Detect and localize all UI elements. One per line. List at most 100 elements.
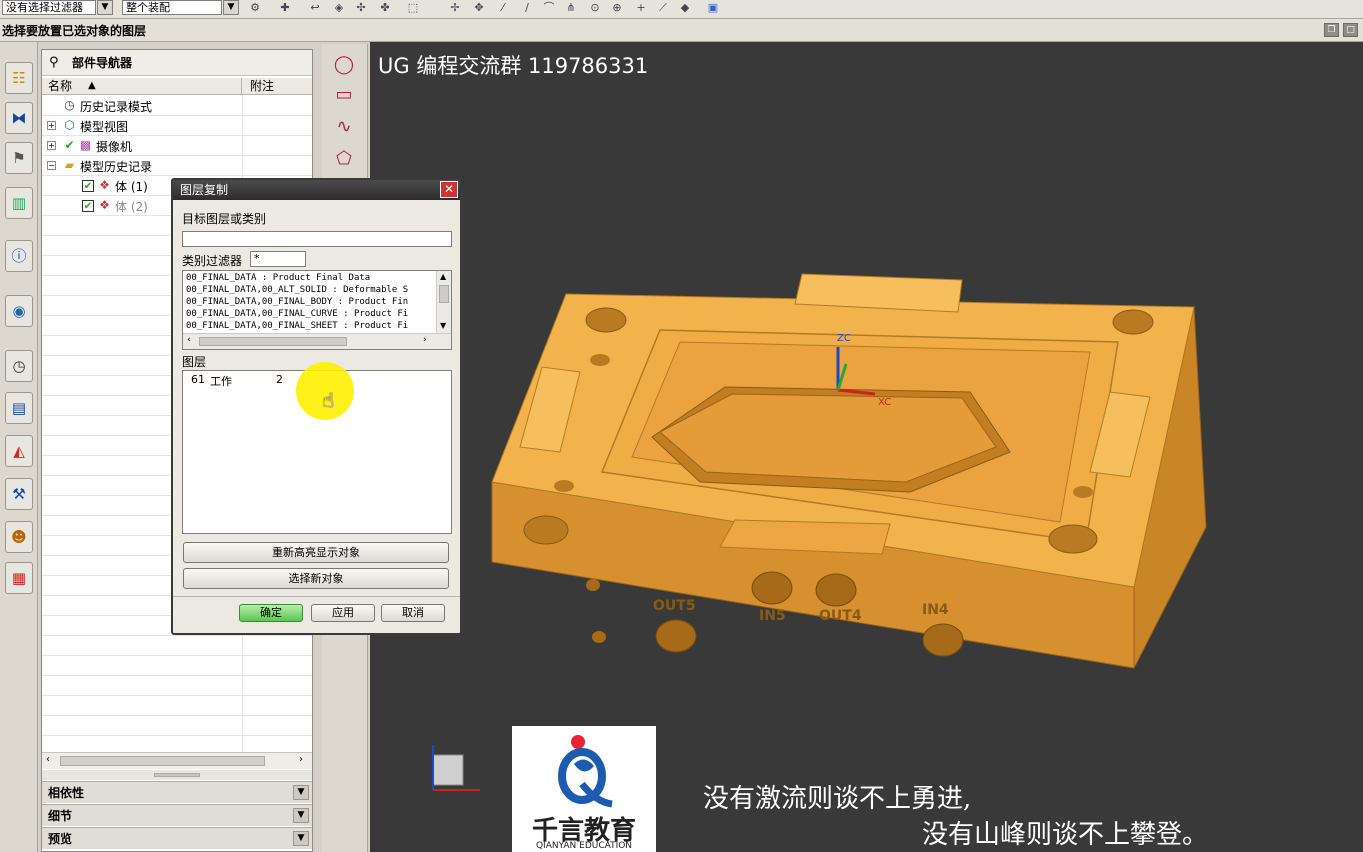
system-scene-icon[interactable]: ▦ <box>5 562 33 594</box>
roles-icon[interactable]: ☻ <box>5 521 33 553</box>
circle-sketch-icon[interactable]: ◯ <box>329 52 359 78</box>
line-icon[interactable]: ⁄ <box>496 1 510 15</box>
checkbox-checked-icon[interactable]: ✔ <box>82 180 94 192</box>
scroll-right-icon[interactable]: › <box>423 335 427 345</box>
navigator-horizontal-scrollbar[interactable]: ‹ › <box>42 752 312 769</box>
category-item[interactable]: 00_FINAL_DATA,00_FINAL_BODY : Product Fi… <box>186 297 434 307</box>
label-in4: IN4 <box>922 602 949 618</box>
apply-button[interactable]: 应用 <box>311 604 375 622</box>
category-horizontal-scrollbar[interactable]: ‹ › <box>183 333 451 349</box>
category-item[interactable]: 00_FINAL_DATA,00_FINAL_CURVE : Product F… <box>186 309 434 319</box>
column-name[interactable]: 名称 <box>42 78 242 95</box>
history-icon[interactable]: ◷ <box>5 350 33 382</box>
panel-preview[interactable]: 预览 ▼ <box>42 827 312 849</box>
point-icon[interactable]: + <box>634 1 648 15</box>
category-list[interactable]: 00_FINAL_DATA : Product Final Data 00_FI… <box>182 270 452 350</box>
system-materials-icon[interactable]: ▤ <box>5 392 33 424</box>
scrollbar-thumb[interactable] <box>439 285 449 303</box>
circle-center-icon[interactable]: ⊙ <box>588 1 602 15</box>
ok-button[interactable]: 确定 <box>239 604 303 622</box>
constraint-navigator-icon[interactable]: ⧓ <box>5 102 33 134</box>
category-filter-input[interactable]: * <box>250 251 306 267</box>
logo-emblem-icon <box>558 735 613 808</box>
tree-item-cameras[interactable]: + ✔ ▩ 摄像机 <box>42 136 312 156</box>
maximize-icon[interactable]: □ <box>1343 23 1358 37</box>
selection-filter-combo[interactable]: 没有选择过滤器 <box>2 0 96 15</box>
part-navigator-icon[interactable]: ⚑ <box>5 142 33 174</box>
scope-dropdown-icon[interactable]: ▼ <box>223 0 239 15</box>
resource-bar: ☷ ⧓ ⚑ ▥ ⓘ ◉ ◷ ▤ ◭ ⚒ ☻ ▦ <box>0 42 38 852</box>
checkbox-checked-icon[interactable]: ✔ <box>82 200 94 212</box>
cancel-button[interactable]: 取消 <box>381 604 445 622</box>
category-vertical-scrollbar[interactable]: ▲ ▼ <box>436 271 451 333</box>
studio-spline-icon[interactable]: ∿ <box>329 114 359 140</box>
hole <box>1048 524 1098 554</box>
panel-splitter[interactable] <box>42 770 312 780</box>
category-item[interactable]: 00_FINAL_DATA : Product Final Data <box>186 273 434 283</box>
scroll-left-icon[interactable]: ‹ <box>46 754 50 765</box>
eraser-icon[interactable]: ◈ <box>332 1 346 15</box>
rectangle-icon[interactable]: ▭ <box>329 82 359 108</box>
filter-dropdown-icon[interactable]: ▼ <box>97 0 113 15</box>
scroll-up-icon[interactable]: ▲ <box>440 272 446 281</box>
restore-icon[interactable]: ❐ <box>1324 23 1339 37</box>
scroll-left-icon[interactable]: ‹ <box>187 335 191 345</box>
scrollbar-thumb[interactable] <box>60 756 265 766</box>
category-item[interactable]: 00_FINAL_DATA,00_FINAL_SHEET : Product F… <box>186 321 434 331</box>
web-browser-icon[interactable]: ◉ <box>5 295 33 327</box>
reuse-library-icon[interactable]: ▥ <box>5 187 33 219</box>
panel-details[interactable]: 细节 ▼ <box>42 804 312 826</box>
pin-icon[interactable]: ⚲ <box>49 55 59 70</box>
undo-icon[interactable]: ↩ <box>308 1 322 15</box>
curve-icon[interactable]: ∕ <box>520 1 534 15</box>
profile-icon[interactable]: ⬠ <box>329 146 359 172</box>
scroll-right-icon[interactable]: › <box>299 754 303 765</box>
intersection-icon[interactable]: ⋔ <box>564 1 578 15</box>
empty-row <box>42 696 312 716</box>
navigator-title: 部件导航器 <box>42 50 312 76</box>
process-studio-icon[interactable]: ◭ <box>5 435 33 467</box>
point-on-face-icon[interactable]: ◆ <box>678 1 692 15</box>
target-layer-input[interactable] <box>182 231 452 247</box>
assembly-scope-combo[interactable]: 整个装配 <box>122 0 222 15</box>
snap-point-icon[interactable]: ✚ <box>278 1 292 15</box>
select-new-objects-button[interactable]: 选择新对象 <box>183 568 449 589</box>
category-item[interactable]: 00_FINAL_DATA,00_ALT_SOLID : Deformable … <box>186 285 434 295</box>
tree-item-model-history[interactable]: − ▰ 模型历史记录 <box>42 156 312 176</box>
snap-midpoint-icon[interactable]: ✥ <box>472 1 486 15</box>
scroll-down-icon[interactable]: ▼ <box>440 321 446 330</box>
chevron-down-icon[interactable]: ▼ <box>293 831 309 846</box>
label-out4: OUT4 <box>819 608 862 624</box>
expand-icon[interactable]: + <box>47 121 56 130</box>
point-on-curve-icon[interactable]: ⟋ <box>656 1 670 15</box>
arc-icon[interactable]: ⌒ <box>542 1 556 15</box>
quadrant-icon[interactable]: ⊕ <box>610 1 624 15</box>
panel-dependencies[interactable]: 相依性 ▼ <box>42 781 312 803</box>
snap-endpoint-icon[interactable]: ✢ <box>448 1 462 15</box>
reselect-objects-button[interactable]: 重新高亮显示对象 <box>183 542 449 563</box>
select-gear-icon[interactable]: ⚙ <box>248 1 262 15</box>
manufacturing-wizard-icon[interactable]: ⚒ <box>5 478 33 510</box>
close-icon[interactable]: ✕ <box>440 181 458 198</box>
splitter-grip[interactable] <box>154 773 200 777</box>
cube-view-icon[interactable]: ▣ <box>706 1 720 15</box>
expand-icon[interactable]: + <box>47 141 56 150</box>
chevron-down-icon[interactable]: ▼ <box>293 785 309 800</box>
tree-item-label: 历史记录模式 <box>80 100 153 114</box>
label-in5: IN5 <box>759 608 786 624</box>
port-out4 <box>815 573 857 607</box>
column-note[interactable]: 附注 <box>244 78 312 95</box>
box-select-icon[interactable]: ⬚ <box>406 1 420 15</box>
select-face-icon[interactable]: ✤ <box>378 1 392 15</box>
select-feature-icon[interactable]: ✣ <box>354 1 368 15</box>
chevron-down-icon[interactable]: ▼ <box>293 808 309 823</box>
slogan-line-2: 没有山峰则谈不上攀登。 <box>922 820 1209 850</box>
brand-logo: 千言教育 QIANYAN EDUCATION <box>512 726 656 852</box>
info-browser-icon[interactable]: ⓘ <box>5 240 33 272</box>
body-icon: ❖ <box>99 198 110 212</box>
assembly-navigator-icon[interactable]: ☷ <box>5 62 33 94</box>
tree-item-model-views[interactable]: + ⬡ 模型视图 <box>42 116 312 136</box>
collapse-icon[interactable]: − <box>47 161 56 170</box>
scrollbar-thumb[interactable] <box>199 337 347 346</box>
tree-item-history-mode[interactable]: ◷ 历史记录模式 <box>42 96 312 116</box>
